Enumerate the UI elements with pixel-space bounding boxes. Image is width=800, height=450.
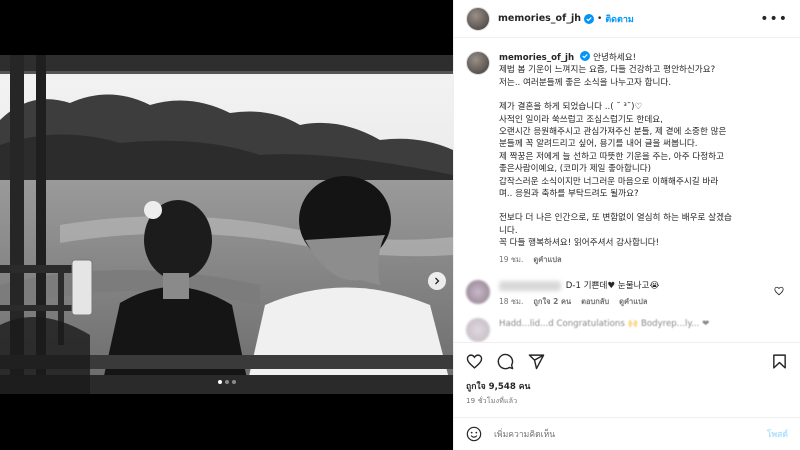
save-bookmark-icon[interactable]	[771, 353, 788, 370]
comment: D-1 기쁜데♥ 눈물나고😭 18 ชม. ถูกใจ 2 คน ตอบกลับ…	[466, 280, 788, 308]
caption-line: 저는.. 여러분들께 좋은 소식을 나누고자 합니다.	[499, 77, 672, 88]
caption-time: 19 ชม.	[499, 254, 524, 264]
caption-username[interactable]: memories_of_jh	[499, 53, 574, 63]
comment-time: 18 ชม.	[499, 297, 524, 307]
author-avatar[interactable]	[466, 51, 490, 75]
caption-line: 제법 봄 기운이 느껴지는 요즘, 다들 건강하고 평안하신가요?	[499, 65, 716, 76]
commenter-avatar[interactable]	[466, 280, 490, 305]
author-avatar[interactable]	[466, 6, 490, 31]
carousel-dot	[217, 380, 222, 384]
caption-line: 안녕하세요!	[593, 53, 637, 63]
caption: memories_of_jh 안녕하세요! 제법 봄 기운이 느껴지는 요즘, 다…	[466, 51, 788, 266]
comment-body: D-1 기쁜데♥ 눈물나고😭 18 ชม. ถูกใจ 2 คน ตอบกลับ…	[499, 280, 659, 308]
post-photo[interactable]	[0, 55, 453, 394]
carousel-dot	[224, 380, 229, 384]
caption-text: memories_of_jh 안녕하세요! 제법 봄 기운이 느껴지는 요즘, 다…	[499, 51, 788, 266]
caption-meta: 19 ชม. ดูคำแปล	[499, 254, 788, 266]
comment-body: Hadd...lid...d Congratulations 🙌 Bodyrep…	[499, 318, 709, 342]
caption-line: 좋은사람이예요, (코미가 제일 좋아합니다)	[499, 164, 652, 175]
caption-line: 며.. 응원과 축하를 부탁드려도 될까요?	[499, 189, 639, 200]
post-comment-button[interactable]: โพสต์	[767, 427, 788, 441]
post-sidebar: memories_of_jh • ติดตาม ••• memories_of_…	[453, 0, 800, 450]
likes-count[interactable]: ถูกใจ 9,548 คน	[454, 370, 800, 393]
comment-text: Hadd...lid...d Congratulations 🙌 Bodyrep…	[499, 319, 710, 330]
see-translation-link[interactable]: ดูคำแปล	[619, 296, 647, 308]
caption-line: 갑작스러운 소식이지만 너그러운 마음으로 이해해주시길 바라	[499, 176, 719, 187]
verified-badge-icon	[580, 51, 591, 61]
like-heart-icon[interactable]	[466, 353, 483, 370]
comment-icon[interactable]	[497, 353, 514, 370]
comments-list: memories_of_jh 안녕하세요! 제법 봄 기운이 느껴지는 요즘, 다…	[454, 39, 800, 342]
comment-input[interactable]: เพิ่มความคิดเห็น	[494, 427, 767, 441]
comment-meta: 18 ชม. ถูกใจ 2 คน ตอบกลับ ดูคำแปล	[499, 296, 659, 308]
carousel-dots	[0, 380, 453, 384]
post-time: 19 ชั่วโมงที่แล้ว	[466, 397, 518, 405]
share-icon[interactable]	[528, 353, 545, 370]
follow-button[interactable]: ติดตาม	[605, 12, 634, 26]
caption-line: 전보다 더 나은 인간으로, 또 변함없이 열심히 하는 배우로 살겠습	[499, 213, 732, 224]
see-translation-link[interactable]: ดูคำแปล	[533, 254, 561, 266]
caption-line: 사적인 일이라 쑥쓰럽고 조심스럽기도 한데요,	[499, 114, 663, 125]
comment-likes[interactable]: ถูกใจ 2 คน	[533, 296, 571, 308]
verified-badge-icon	[584, 13, 594, 24]
carousel-dot	[231, 380, 236, 384]
post-header: memories_of_jh • ติดตาม •••	[454, 0, 800, 38]
action-icons	[454, 343, 800, 370]
caption-line: 니다.	[499, 225, 518, 236]
comment-like-heart-icon[interactable]	[774, 286, 784, 296]
caption-line: 꼭 다들 행복하셔요! 읽어주셔서 감사합니다!	[499, 238, 660, 249]
emoji-icon[interactable]	[466, 426, 482, 442]
caption-line: 오랜시간 응원해주시고 관심가져주신 분들, 제 곁에 소중한 많은	[499, 127, 727, 138]
commenter-username-blurred[interactable]	[499, 280, 561, 291]
reply-button[interactable]: ตอบกลับ	[581, 296, 609, 308]
author-username[interactable]: memories_of_jh	[498, 13, 581, 24]
more-options-icon[interactable]: •••	[760, 12, 788, 26]
post-actions: ถูกใจ 9,548 คน 19 ชั่วโมงที่แล้ว เพิ่มคว…	[454, 342, 800, 450]
comment: Hadd...lid...d Congratulations 🙌 Bodyrep…	[466, 318, 788, 342]
separator-dot: •	[597, 13, 603, 24]
caption-line: 제가 결혼을 하게 되었습니다 ..( ˘ ³˘)♡	[499, 102, 643, 113]
comment-text: D-1 기쁜데♥ 눈물나고😭	[565, 281, 660, 292]
caption-line: 제 짝꿍은 저에게 늘 선하고 따뜻한 기운을 주는, 아주 다정하고	[499, 151, 724, 162]
commenter-avatar[interactable]	[466, 318, 490, 342]
carousel-next-button[interactable]	[428, 272, 446, 290]
chevron-right-icon	[435, 277, 440, 285]
add-comment-bar: เพิ่มความคิดเห็น โพสต์	[454, 417, 800, 450]
photo-pane	[0, 0, 453, 450]
caption-line: 분들께 꼭 알려드리고 싶어, 용기를 내어 글을 써봅니다.	[499, 139, 698, 150]
